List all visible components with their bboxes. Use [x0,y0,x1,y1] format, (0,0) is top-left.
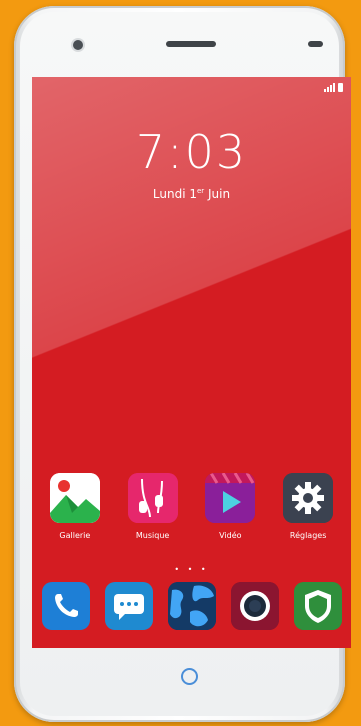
app-row: Gallerie Musique Vidéo Réglages [32,473,351,540]
app-label: Musique [135,531,170,540]
page-indicator: • • • [174,565,209,574]
app-music[interactable]: Musique [119,473,187,540]
app-label: Réglages [289,531,327,540]
browser-globe-icon[interactable] [167,582,216,630]
messages-icon[interactable] [104,582,153,630]
app-label: Gallerie [59,531,91,540]
app-gallery[interactable]: Gallerie [41,473,109,540]
earpiece [166,41,216,47]
clock-time[interactable]: 7:03 [32,125,351,179]
camera-icon[interactable] [230,582,279,630]
status-bar [324,83,343,92]
date-month: Juin [208,187,231,201]
dock [32,582,351,630]
app-video[interactable]: Vidéo [196,473,264,540]
home-screen: 7:03 Lundi 1er Juin Gallerie Musique Vid… [32,77,351,648]
front-camera [73,40,83,50]
settings-icon [283,473,334,523]
app-settings[interactable]: Réglages [274,473,342,540]
music-icon [127,473,178,523]
security-shield-icon[interactable] [293,582,342,630]
gallery-icon [49,473,100,523]
proximity-sensor [308,41,323,47]
date-day: Lundi 1 [152,187,197,201]
date-ordinal: er [196,187,205,195]
home-button[interactable] [181,668,198,685]
phone-icon[interactable] [41,582,90,630]
app-label: Vidéo [219,531,242,540]
battery-icon [338,83,343,92]
video-icon [205,473,256,523]
signal-icon [324,83,335,92]
clock-date: Lundi 1er Juin [32,187,351,201]
